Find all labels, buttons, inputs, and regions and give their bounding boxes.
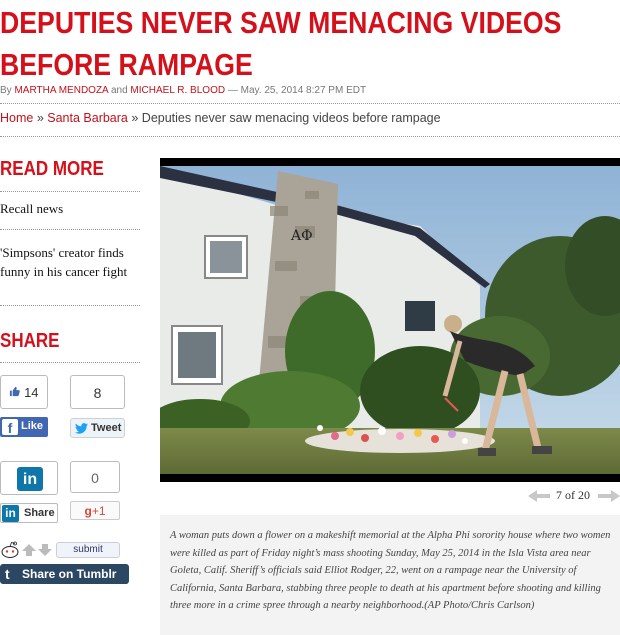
downvote-arrow-icon[interactable] [38, 544, 52, 556]
linkedin-share-count: 0 [91, 470, 99, 486]
linkedin-share-button[interactable]: in Share [0, 503, 58, 523]
tweet-label: Tweet [91, 422, 122, 434]
gplus-button[interactable]: g+1 [70, 501, 120, 520]
tweet-button[interactable]: Tweet [70, 418, 125, 438]
breadcrumb-home-link[interactable]: Home [0, 111, 33, 125]
gplus-count-box: 0 [70, 461, 120, 493]
sorority-letters: ΑΦ [290, 228, 313, 244]
tumblr-icon: t [5, 566, 10, 582]
gplus-label: +1 [91, 504, 106, 518]
gallery-photo-frame: ΑΦ [160, 158, 620, 482]
tweet-count-box: 8 [70, 375, 125, 409]
read-more-link-simpsons[interactable]: 'Simpsons' creator finds funny in his ca… [0, 243, 142, 281]
breadcrumb: Home » Santa Barbara » Deputies never sa… [0, 111, 441, 125]
byline-prefix: By [0, 85, 12, 96]
article-headline: DEPUTIES NEVER SAW MENACING VIDEOS BEFOR… [0, 5, 562, 82]
tweet-count: 8 [93, 385, 102, 401]
share-heading: SHARE [0, 330, 60, 352]
divider [0, 103, 620, 104]
reddit-alien-icon [1, 541, 19, 558]
breadcrumb-separator: » [131, 111, 139, 125]
gallery-counter: 7 of 20 [556, 488, 590, 502]
byline: By MARTHA MENDOZA and MICHAEL R. BLOOD —… [0, 85, 366, 96]
linkedin-small-icon: in [2, 505, 19, 522]
reddit-submit-button[interactable]: submit [56, 542, 120, 558]
read-more-link-recall[interactable]: Recall news [0, 199, 142, 218]
breadcrumb-section-link[interactable]: Santa Barbara [47, 111, 128, 125]
facebook-count-box: 14 [0, 375, 48, 409]
thumbs-up-icon [10, 386, 21, 397]
facebook-icon: f [2, 419, 18, 436]
divider [0, 305, 140, 306]
breadcrumb-current: Deputies never saw menacing videos befor… [141, 111, 441, 125]
reddit-widget: submit [0, 541, 122, 559]
divider [0, 136, 620, 137]
divider [0, 229, 140, 230]
breadcrumb-separator: » [36, 111, 44, 125]
author-link-2[interactable]: MICHAEL R. BLOOD [130, 85, 225, 96]
facebook-like-count: 14 [24, 385, 39, 400]
divider [0, 191, 140, 192]
read-more-heading: READ MORE [0, 158, 104, 180]
gallery-prev-arrow-icon[interactable] [528, 490, 550, 502]
reddit-submit-label: submit [73, 544, 103, 555]
linkedin-icon: in [17, 467, 43, 491]
author-link-1[interactable]: MARTHA MENDOZA [14, 85, 108, 96]
tumblr-share-label: Share on Tumblr [22, 567, 117, 581]
publish-date: — May. 25, 2014 8:27 PM EDT [227, 85, 367, 96]
photo-caption: A woman puts down a flower on a makeshif… [170, 530, 611, 611]
divider [0, 362, 140, 363]
tumblr-share-button[interactable]: t Share on Tumblr [0, 564, 129, 584]
byline-and: and [110, 85, 128, 96]
facebook-like-label: Like [21, 420, 44, 432]
linkedin-share-label: Share [24, 507, 55, 519]
memorial-photo-image: ΑΦ [160, 166, 620, 474]
gplus-icon: g [84, 504, 92, 518]
facebook-like-button[interactable]: f Like [0, 417, 48, 437]
linkedin-count-box: in [0, 461, 58, 495]
upvote-arrow-icon[interactable] [22, 544, 36, 556]
twitter-bird-icon [75, 423, 88, 434]
gallery-photo[interactable]: ΑΦ [160, 166, 620, 474]
gallery-next-arrow-icon[interactable] [598, 490, 620, 502]
